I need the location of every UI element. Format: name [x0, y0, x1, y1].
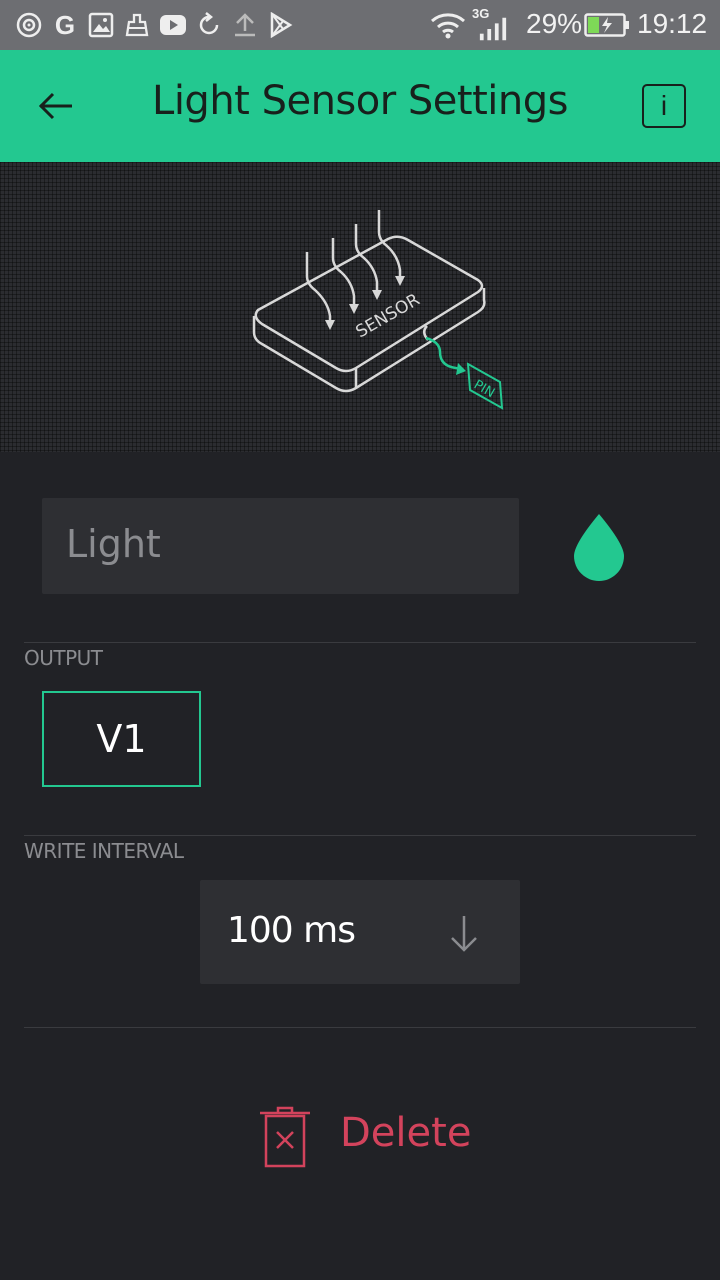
signal-icon: [478, 14, 508, 44]
write-interval-value: 100 ms: [227, 910, 356, 951]
output-pin-value: V1: [96, 717, 147, 761]
hotspot-icon: [14, 10, 44, 40]
write-interval-dropdown[interactable]: 100 ms: [200, 880, 520, 984]
youtube-icon: [158, 10, 188, 40]
output-label: OUTPUT: [24, 646, 103, 670]
google-icon: G: [54, 9, 76, 40]
delete-button[interactable]: Delete: [256, 1106, 486, 1168]
sensor-label: SENSOR: [353, 290, 424, 343]
name-placeholder: Light: [66, 522, 161, 566]
battery-charging-icon: [583, 10, 631, 40]
droplet-icon: [574, 514, 624, 581]
app-bar: Light Sensor Settings i: [0, 50, 720, 162]
color-picker-button[interactable]: [566, 510, 632, 586]
cleaner-icon: [122, 10, 152, 40]
upload-icon: [230, 10, 260, 40]
light-sensor-icon: SENSOR PIN: [252, 210, 504, 410]
info-icon: i: [660, 90, 668, 121]
status-bar: G 3G 29% 19:12: [0, 0, 720, 50]
arrow-down-icon: [451, 916, 477, 952]
wifi-icon: [428, 10, 468, 40]
play-store-icon: [266, 10, 296, 40]
divider: [24, 835, 696, 836]
info-button[interactable]: i: [642, 84, 686, 128]
divider: [24, 1027, 696, 1028]
trash-icon: [260, 1106, 310, 1168]
sensor-illustration: SENSOR PIN: [0, 162, 720, 452]
pin-label: PIN: [471, 377, 497, 401]
output-pin-button[interactable]: V1: [42, 691, 201, 787]
sync-icon: [194, 10, 224, 40]
battery-percent: 29%: [526, 8, 583, 39]
divider: [24, 642, 696, 643]
write-interval-label: WRITE INTERVAL: [24, 839, 184, 863]
delete-label: Delete: [340, 1110, 472, 1156]
clock: 19:12: [637, 8, 708, 39]
image-icon: [86, 10, 116, 40]
page-title: Light Sensor Settings: [152, 78, 568, 124]
widget-name-input[interactable]: Light: [42, 498, 519, 594]
